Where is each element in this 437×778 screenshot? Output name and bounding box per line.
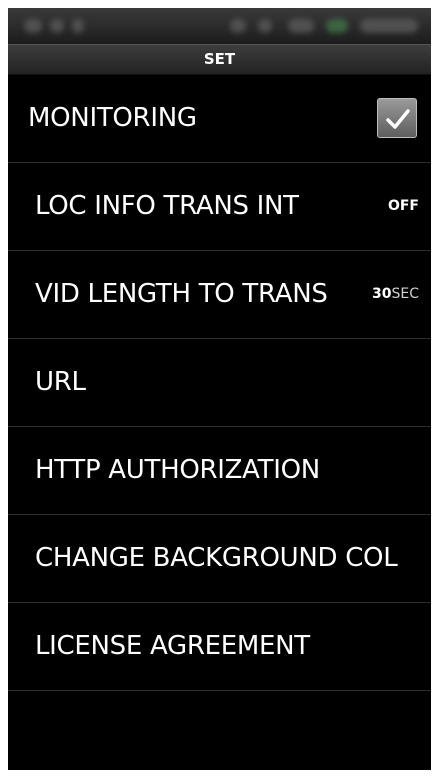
setting-value-unit: SEC bbox=[391, 286, 419, 302]
setting-label: URL bbox=[35, 367, 86, 397]
setting-value: OFF bbox=[387, 198, 419, 214]
setting-vid-length-to-trans[interactable]: VID LENGTH TO TRANS 30SEC bbox=[8, 251, 431, 339]
checkmark-icon bbox=[386, 109, 410, 129]
setting-license-agreement[interactable]: LICENSE AGREEMENT bbox=[8, 603, 431, 691]
setting-value: 30SEC bbox=[372, 251, 419, 338]
app-screen: SET MONITORING LOC INFO TRANS INT OFF VI… bbox=[8, 8, 431, 770]
setting-value-number: 30 bbox=[372, 286, 392, 302]
status-bar bbox=[8, 8, 431, 44]
setting-change-background-color[interactable]: CHANGE BACKGROUND COL bbox=[8, 515, 431, 603]
monitoring-checkbox[interactable] bbox=[377, 98, 417, 138]
setting-label: HTTP AUTHORIZATION bbox=[35, 455, 320, 485]
setting-url[interactable]: URL bbox=[8, 339, 431, 427]
setting-label: LICENSE AGREEMENT bbox=[35, 631, 310, 661]
setting-monitoring[interactable]: MONITORING bbox=[8, 75, 431, 163]
setting-label: CHANGE BACKGROUND COL bbox=[35, 543, 398, 573]
setting-label: LOC INFO TRANS INT bbox=[35, 191, 299, 221]
settings-list: MONITORING LOC INFO TRANS INT OFF VID LE… bbox=[8, 75, 431, 691]
setting-label: VID LENGTH TO TRANS bbox=[35, 279, 328, 309]
setting-label: MONITORING bbox=[28, 103, 197, 133]
setting-http-authorization[interactable]: HTTP AUTHORIZATION bbox=[8, 427, 431, 515]
setting-loc-info-trans-int[interactable]: LOC INFO TRANS INT OFF bbox=[8, 163, 431, 251]
page-title: SET bbox=[8, 44, 431, 75]
